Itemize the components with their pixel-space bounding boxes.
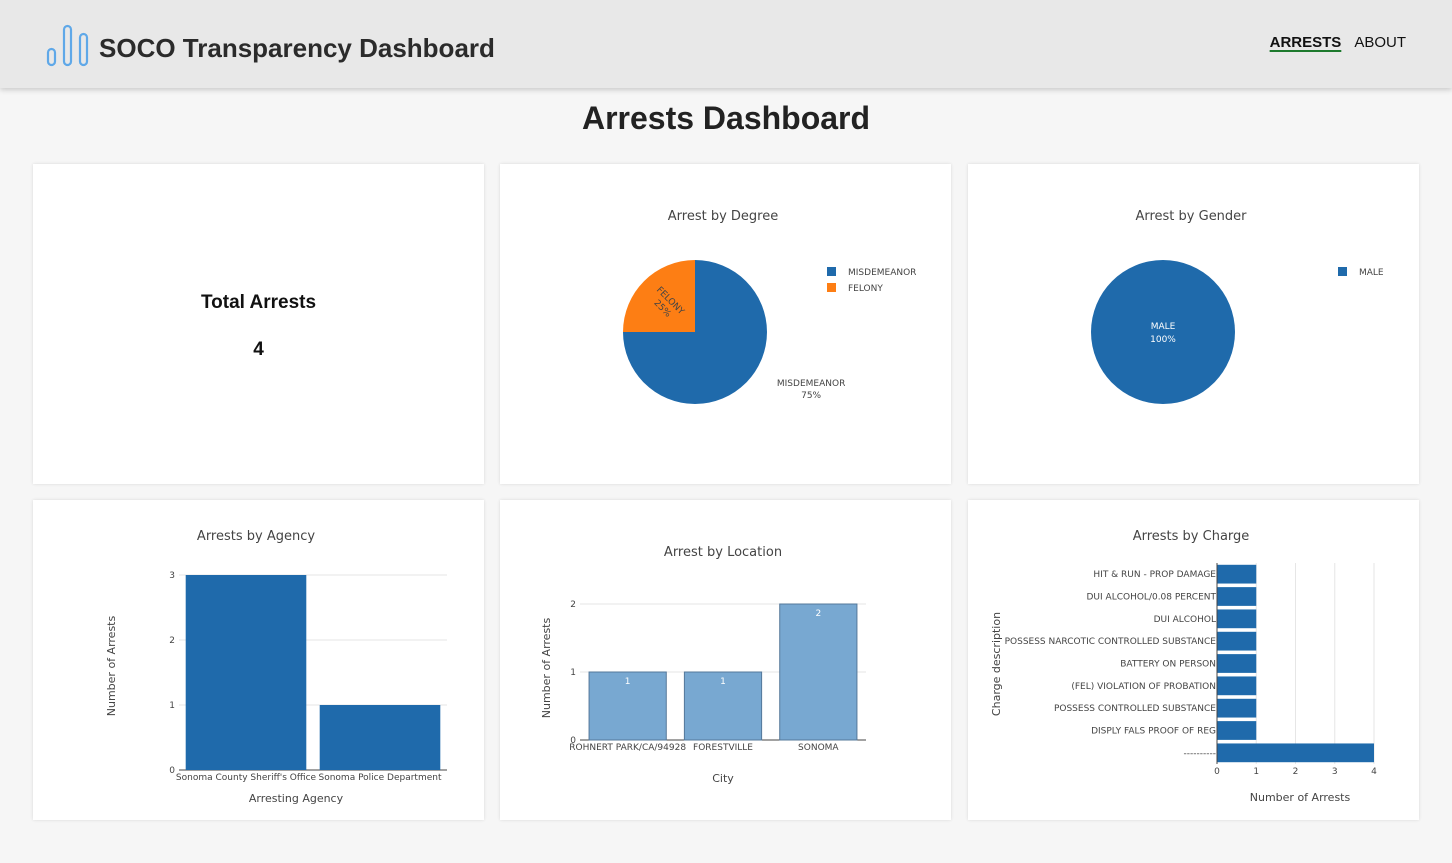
legend-label[interactable]: MALE (1359, 268, 1384, 278)
x-tick-label: Sonoma County Sheriff's Office (176, 773, 317, 783)
y-tick-label: 2 (169, 636, 175, 646)
y-axis-label: Number of Arrests (540, 618, 553, 719)
agency-chart-card: Arrests by Agency Arresting Agency Numbe… (33, 500, 484, 820)
y-tick-label: 2 (570, 600, 576, 610)
slice-percent: 100% (1150, 335, 1176, 345)
x-tick-label: FORESTVILLE (693, 743, 753, 753)
bar[interactable] (1217, 721, 1257, 740)
x-tick-label: SONOMA (798, 743, 839, 753)
y-tick-label: 3 (169, 571, 175, 581)
charge-bar-chart[interactable]: Arrests by Charge Number of Arrests Char… (968, 500, 1419, 820)
x-axis-label: Number of Arrests (1250, 791, 1351, 804)
x-tick-label: 1 (1253, 767, 1259, 777)
degree-pie-chart[interactable]: Arrest by Degree MISDEMEANOR75%FELONY25%… (500, 164, 951, 484)
bar-chart-logo-icon (46, 24, 89, 67)
y-tick-label: POSSESS CONTROLLED SUBSTANCE (1054, 704, 1216, 714)
total-arrests-label: Total Arrests (200, 292, 317, 313)
degree-chart-card: Arrest by Degree MISDEMEANOR 75% FELONY 25%… (500, 164, 951, 484)
bar[interactable] (1217, 654, 1257, 673)
chart-title: Arrests by Charge (1133, 529, 1250, 544)
slice-label: MISDEMEANOR (777, 379, 845, 389)
legend-label[interactable]: FELONY (848, 284, 883, 294)
bar[interactable] (1217, 743, 1374, 763)
x-tick-label: 4 (1371, 767, 1377, 777)
bar[interactable] (1217, 676, 1257, 696)
x-tick-label: 3 (1332, 767, 1338, 777)
top-nav: ARRESTS ABOUT (1270, 34, 1406, 51)
chart-title: Arrest by Gender (1135, 209, 1247, 224)
total-arrests-value: 4 (253, 339, 264, 360)
agency-bar-chart[interactable]: Arrests by Agency Arresting Agency Numbe… (33, 500, 484, 820)
nav-arrests-link[interactable]: ARRESTS (1270, 34, 1342, 51)
location-bar-chart[interactable]: Arrest by Location City Number of Arrest… (500, 500, 951, 820)
y-tick-label: 1 (570, 668, 576, 678)
charge-chart-card: Arrests by Charge Number of Arrests Char… (968, 500, 1419, 820)
app-header: SOCO Transparency Dashboard ARRESTS ABOU… (0, 0, 1452, 88)
bar[interactable] (1217, 609, 1257, 629)
bar[interactable] (1217, 564, 1257, 584)
legend-swatch (827, 283, 836, 292)
nav-about-link[interactable]: ABOUT (1354, 34, 1406, 51)
bar[interactable] (1217, 698, 1257, 718)
bar[interactable] (779, 603, 858, 741)
x-axis-label: City (712, 772, 734, 785)
x-tick-label: 0 (1214, 767, 1220, 777)
y-tick-label: DUI ALCOHOL (1154, 615, 1216, 625)
legend-label[interactable]: MISDEMEANOR (848, 268, 916, 278)
chart-title: Arrest by Location (664, 545, 782, 560)
data-label: 2 (815, 609, 821, 619)
x-tick-label: 2 (1293, 767, 1299, 777)
app-title: SOCO Transparency Dashboard (99, 33, 495, 63)
slice-label: MALE (1151, 322, 1176, 332)
x-tick-label: ROHNERT PARK/CA/94928 (569, 743, 686, 753)
data-label: 1 (720, 677, 726, 687)
bar[interactable] (1217, 631, 1257, 651)
y-tick-label: DISPLY FALS PROOF OF REG (1091, 727, 1216, 737)
bar[interactable] (185, 575, 307, 770)
legend-swatch (1338, 267, 1347, 276)
y-tick-label: 1 (169, 701, 175, 711)
x-axis-label: Arresting Agency (249, 792, 344, 805)
pie-slice[interactable] (1091, 260, 1235, 404)
bar[interactable] (1217, 587, 1257, 606)
x-tick-label: Sonoma Police Department (319, 773, 442, 783)
gender-chart-card: Arrest by Gender MALE 100% MALE (968, 164, 1419, 484)
bar[interactable] (319, 705, 441, 770)
slice-percent: 75% (801, 391, 821, 401)
legend-swatch (827, 267, 836, 276)
gender-pie-chart[interactable]: Arrest by Gender MALE 100% MALE (968, 164, 1419, 484)
page-title: Arrests Dashboard (581, 100, 871, 136)
y-axis-label: Number of Arrests (105, 616, 118, 717)
y-tick-label: DUI ALCOHOL/0.08 PERCENT (1087, 593, 1217, 603)
y-tick-label: HIT & RUN - PROP DAMAGE (1093, 570, 1216, 580)
total-arrests-card: Total Arrests 4 (33, 164, 484, 484)
y-tick-label: ---------- (1184, 749, 1216, 759)
y-tick-label: (FEL) VIOLATION OF PROBATION (1071, 682, 1216, 692)
location-chart-card: Arrest by Location City Number of Arrest… (500, 500, 951, 820)
chart-title: Arrests by Agency (197, 529, 315, 544)
chart-title: Arrest by Degree (668, 209, 778, 224)
y-tick-label: BATTERY ON PERSON (1120, 660, 1216, 670)
y-tick-label: 0 (169, 766, 175, 776)
y-tick-label: POSSESS NARCOTIC CONTROLLED SUBSTANCE (1005, 637, 1217, 647)
y-axis-label: Charge description (990, 612, 1003, 716)
data-label: 1 (625, 677, 631, 687)
